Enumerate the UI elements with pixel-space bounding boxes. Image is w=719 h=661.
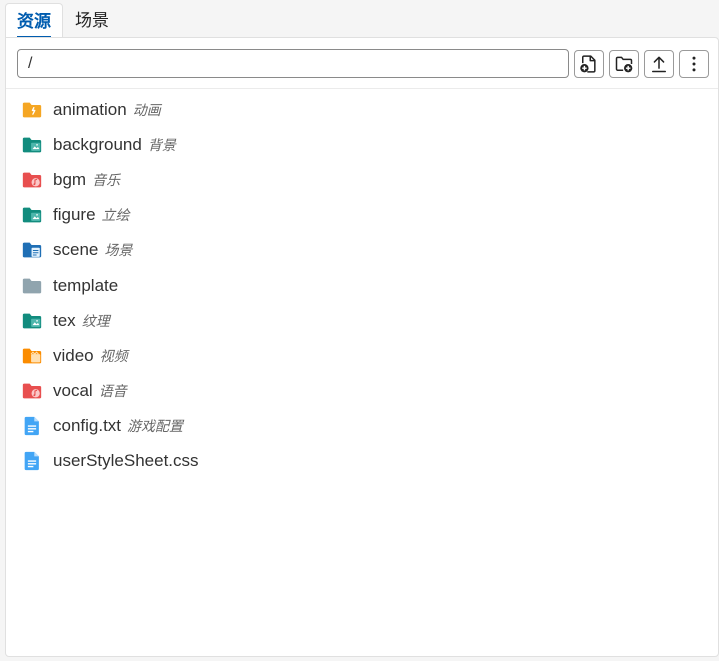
file-name: userStyleSheet.css	[53, 451, 199, 470]
file-list-item[interactable]: vocal 语音	[20, 376, 127, 406]
file-description: 游戏配置	[127, 417, 184, 434]
file-description: 语音	[98, 382, 127, 399]
new-folder-button[interactable]	[609, 50, 639, 78]
folder-scene-icon	[20, 238, 44, 262]
folder-audio-icon	[20, 379, 44, 403]
new-file-icon	[580, 55, 596, 73]
file-list-item[interactable]: tex 纹理	[20, 306, 110, 336]
more-vertical-icon	[692, 56, 696, 72]
folder-image-icon	[20, 133, 44, 157]
toolbar	[6, 38, 718, 89]
file-description: 场景	[104, 242, 133, 259]
file-name: scene	[53, 240, 99, 260]
folder-video-icon	[20, 344, 44, 368]
more-options-button[interactable]	[679, 50, 709, 78]
file-list-item[interactable]: config.txt 游戏配置	[20, 411, 183, 441]
path-input[interactable]	[17, 49, 569, 78]
folder-icon	[20, 274, 44, 298]
folder-animation-icon	[20, 98, 44, 122]
file-description: 背景	[147, 137, 176, 154]
file-list-item[interactable]: scene 场景	[20, 235, 132, 265]
file-description: 视频	[99, 347, 128, 364]
folder-image-icon	[20, 309, 44, 333]
file-list-item[interactable]: background 背景	[20, 130, 176, 160]
file-list-item[interactable]: video 视频	[20, 341, 128, 371]
file-name: video	[53, 345, 94, 365]
file-description: 动画	[132, 102, 161, 118]
file-text-icon	[20, 414, 44, 438]
file-text-icon	[20, 449, 44, 473]
file-description: 纹理	[81, 312, 110, 329]
upload-icon	[652, 56, 666, 73]
file-name: figure	[53, 205, 96, 225]
file-name: animation	[53, 100, 127, 119]
file-list-item[interactable]: bgm 音乐	[20, 165, 120, 195]
file-name: vocal	[53, 380, 93, 400]
tab-bar: 资源 场景	[0, 0, 719, 38]
file-name: tex	[53, 310, 76, 330]
upload-button[interactable]	[644, 50, 674, 78]
tab-scenes[interactable]: 场景	[66, 3, 118, 38]
asset-panel: animation动画background背景bgm音乐figure立绘scen…	[5, 37, 719, 657]
file-list-item[interactable]: template	[20, 271, 118, 301]
file-list-item[interactable]: userStyleSheet.css	[20, 446, 199, 476]
file-name: bgm	[53, 170, 87, 190]
file-list-item[interactable]: animation 动画	[20, 95, 161, 125]
file-description: 立绘	[101, 207, 130, 224]
new-file-button[interactable]	[574, 50, 604, 78]
file-name: config.txt	[53, 415, 122, 435]
tab-assets[interactable]: 资源	[5, 3, 63, 38]
folder-audio-icon	[20, 168, 44, 192]
new-folder-icon	[615, 56, 633, 73]
file-name: template	[53, 275, 119, 295]
folder-image-icon	[20, 203, 44, 227]
file-list-item[interactable]: figure 立绘	[20, 200, 130, 230]
file-name: background	[53, 135, 142, 155]
file-description: 音乐	[92, 172, 121, 189]
